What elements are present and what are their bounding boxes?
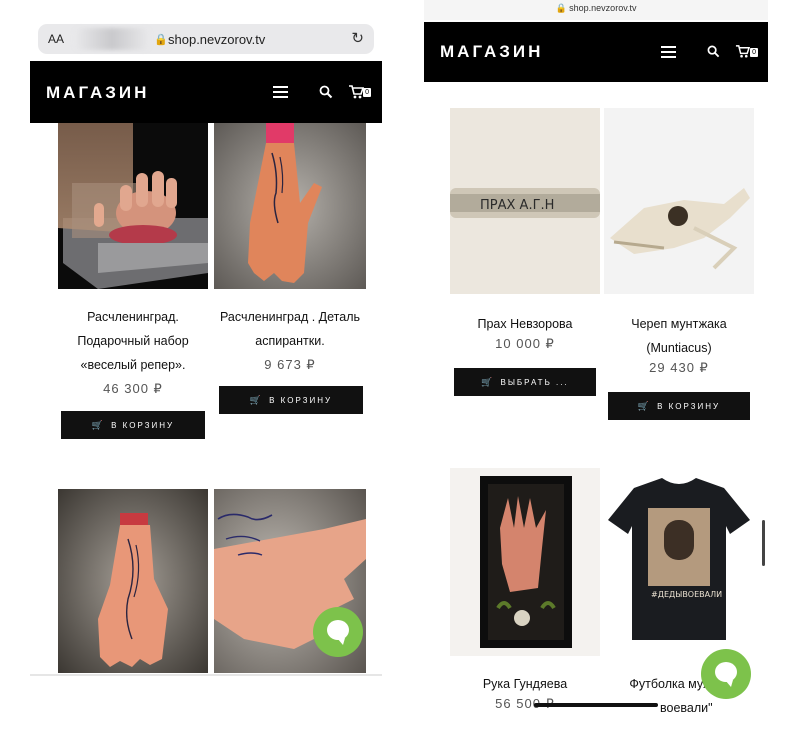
product-image-skull[interactable] [604,108,754,294]
product-image-hand-signed[interactable] [58,489,208,673]
site-header: МАГАЗИН 0 [424,22,768,82]
cart-icon: 🛒 [91,420,106,430]
product-price: 9 673 ₽ [264,357,316,372]
cart-icon[interactable]: 0 [735,44,758,62]
scrollbar[interactable] [762,520,765,566]
product-name-line[interactable]: аспирантки. [214,329,366,353]
url-text[interactable]: shop.nevzorov.tv [168,32,265,47]
chat-widget-button[interactable] [701,649,751,699]
search-icon[interactable] [707,45,721,59]
product-image-framed-hand[interactable] [450,468,600,656]
product-image-ashes[interactable]: ПРАХ А.Г.Н [450,108,600,294]
product-card-detail: Расчленинград . Деталь аспирантки. 9 673… [214,305,366,373]
product-price: 46 300 ₽ [103,381,163,396]
product-image-detail[interactable] [214,123,366,289]
chat-bubble-icon [715,662,737,687]
hamburger-menu-icon[interactable] [273,86,288,98]
product-name-line[interactable]: (Muntiacus) [604,336,754,360]
right-phone-screenshot: 🔒 shop.nevzorov.tv МАГАЗИН 0 ПРАХ А.Г.Н [424,0,768,720]
product-name-line[interactable]: Прах Невзорова [450,312,600,336]
button-label: В КОРЗИНУ [269,396,333,405]
product-card-skull: Череп мунтжака (Muntiacus) 29 430 ₽ [604,312,754,376]
cart-icon: 🛒 [249,395,264,405]
add-to-cart-button[interactable]: 🛒 В КОРЗИНУ [219,386,363,414]
select-options-button[interactable]: 🛒 ВЫБРАТЬ ... [454,368,596,396]
blurred-area [74,28,150,50]
product-price: 29 430 ₽ [649,360,709,375]
product-name-line[interactable]: воевали" [600,696,760,720]
lock-icon: 🔒 [154,34,168,46]
product-price: 10 000 ₽ [495,336,555,351]
tshirt-print-text: #ДЕДЫВОЕВАЛИ [651,590,722,599]
reload-icon[interactable]: ↻ [351,29,364,47]
cart-icon[interactable]: 0 [348,84,371,102]
button-label: В КОРЗИНУ [111,421,175,430]
address-bar[interactable]: AA 🔒 shop.nevzorov.tv ↻ [38,24,374,54]
brand-logo[interactable]: МАГАЗИН [46,83,149,103]
hamburger-menu-icon[interactable] [661,46,676,58]
product-name-line[interactable]: «веселый репер». [58,353,208,377]
address-bar[interactable]: 🔒 shop.nevzorov.tv [424,0,768,20]
home-indicator[interactable] [534,703,658,707]
brand-logo[interactable]: МАГАЗИН [440,42,543,62]
product-name-line[interactable]: Подарочный набор [58,329,208,353]
add-to-cart-button[interactable]: 🛒 В КОРЗИНУ [61,411,205,439]
chat-widget-button[interactable] [313,607,363,657]
button-label: ВЫБРАТЬ ... [500,378,569,387]
product-image-gift-set[interactable] [58,123,208,289]
product-name-line[interactable]: Рука Гундяева [450,672,600,696]
cart-icon: 🛒 [481,377,495,387]
cart-count-badge: 0 [363,88,371,97]
product-card-ashes: Прах Невзорова 10 000 ₽ [450,312,600,352]
button-label: В КОРЗИНУ [657,402,721,411]
bottom-divider [30,674,382,676]
search-icon[interactable] [319,85,333,99]
reader-aa-button[interactable]: AA [48,32,64,46]
product-name-line[interactable]: Расчленинград. [58,305,208,329]
product-name-line[interactable]: Расчленинград . Деталь [214,305,366,329]
cart-icon: 🛒 [637,401,652,411]
left-phone-screenshot: AA 🔒 shop.nevzorov.tv ↻ МАГАЗИН 0 Расчле… [30,18,382,680]
ashes-label-text: ПРАХ А.Г.Н [480,198,554,213]
product-name-line[interactable]: Череп мунтжака [604,312,754,336]
chat-bubble-icon [327,620,349,645]
site-header: МАГАЗИН 0 [30,61,382,123]
cart-count-badge: 0 [750,48,758,57]
add-to-cart-button[interactable]: 🛒 В КОРЗИНУ [608,392,750,420]
product-image-tshirt[interactable]: #ДЕДЫВОЕВАЛИ [604,468,754,656]
product-card-gift-set: Расчленинград. Подарочный набор «веселый… [58,305,208,397]
